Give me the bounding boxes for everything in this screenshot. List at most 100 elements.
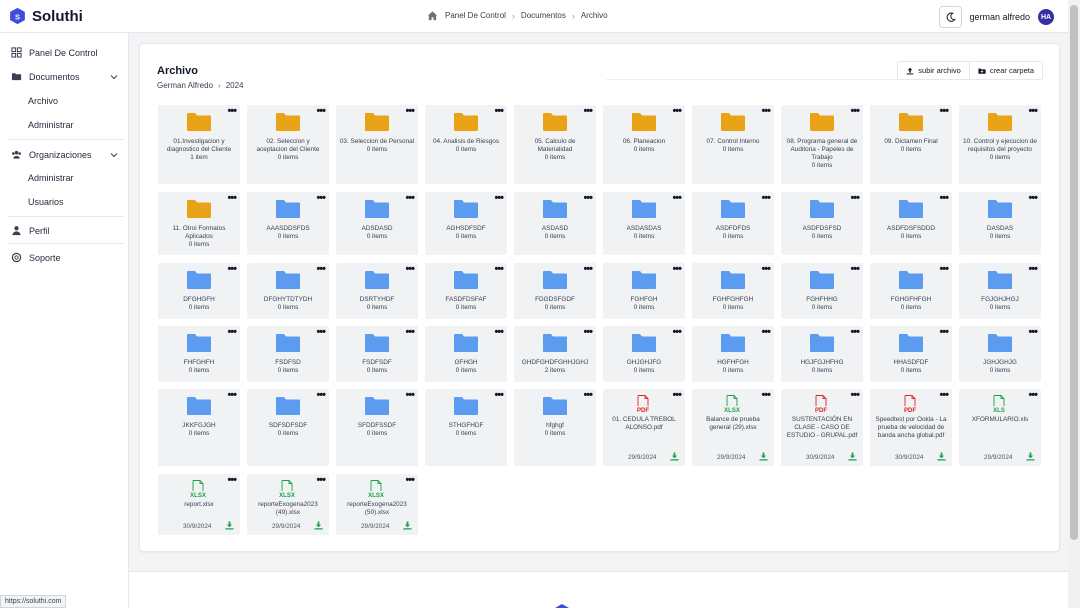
more-options-icon[interactable]: ••• [583,193,593,204]
folder-tile[interactable]: ••• 04. Analisis de Riesgos 0 items [425,105,507,184]
folder-tile[interactable]: ••• HGFHFGH 0 items [692,326,774,382]
folder-tile[interactable]: ••• ASDASDAS 0 items [603,192,685,255]
more-options-icon[interactable]: ••• [227,390,237,401]
folder-tile[interactable]: ••• 07. Control Interno 0 items [692,105,774,184]
sidebar-subitem-usuarios[interactable]: Usuarios [28,197,64,207]
folder-tile[interactable]: ••• FHFGHFH 0 items [158,326,240,382]
more-options-icon[interactable]: ••• [227,106,237,117]
sidebar-subitem-administrar-org[interactable]: Administrar [28,173,74,183]
file-tile[interactable]: ••• XLSX Balance de prueba general (29).xl… [692,389,774,466]
more-options-icon[interactable]: ••• [316,106,326,117]
download-icon[interactable] [848,452,857,461]
more-options-icon[interactable]: ••• [761,264,771,275]
more-options-icon[interactable]: ••• [494,264,504,275]
folder-tile[interactable]: ••• FSDFSDF 0 items [336,326,418,382]
more-options-icon[interactable]: ••• [939,264,949,275]
folder-tile[interactable]: ••• DASDAS 0 items [959,192,1041,255]
folder-tile[interactable]: ••• 10. Control y ejecucion de requisitos… [959,105,1041,184]
folder-tile[interactable]: ••• FGJGHJHGJ 0 items [959,263,1041,319]
folder-tile[interactable]: ••• DFGHYTDTYDH 0 items [247,263,329,319]
folder-tile[interactable]: ••• AAASDDSFDS 0 items [247,192,329,255]
sidebar-item-perfil[interactable]: Perfil [0,225,129,236]
more-options-icon[interactable]: ••• [850,193,860,204]
folder-tile[interactable]: ••• FASDFDSFAF 0 items [425,263,507,319]
more-options-icon[interactable]: ••• [1028,264,1038,275]
more-options-icon[interactable]: ••• [316,264,326,275]
folder-tile[interactable]: ••• ASDASD 0 items [514,192,596,255]
more-options-icon[interactable]: ••• [227,264,237,275]
more-options-icon[interactable]: ••• [494,106,504,117]
folder-tile[interactable]: ••• HHASDFDF 0 items [870,326,952,382]
folder-tile[interactable]: ••• 11. Otroi Formatos Aplicados 0 items [158,192,240,255]
more-options-icon[interactable]: ••• [316,327,326,338]
more-options-icon[interactable]: ••• [227,327,237,338]
more-options-icon[interactable]: ••• [494,193,504,204]
more-options-icon[interactable]: ••• [405,106,415,117]
theme-toggle-button[interactable] [939,6,963,28]
folder-tile[interactable]: ••• 08. Programa general de Auditoria - P… [781,105,863,184]
more-options-icon[interactable]: ••• [583,390,593,401]
folder-tile[interactable]: ••• JGHJGHJG 0 items [959,326,1041,382]
download-icon[interactable] [937,452,946,461]
folder-tile[interactable]: ••• ASDFDSFSDDD 0 items [870,192,952,255]
path-root[interactable]: German Alfredo [157,81,213,90]
more-options-icon[interactable]: ••• [761,327,771,338]
more-options-icon[interactable]: ••• [761,390,771,401]
more-options-icon[interactable]: ••• [761,193,771,204]
more-options-icon[interactable]: ••• [672,264,682,275]
more-options-icon[interactable]: ••• [405,264,415,275]
folder-tile[interactable]: ••• 06. Planeacion 0 items [603,105,685,184]
more-options-icon[interactable]: ••• [316,193,326,204]
folder-tile[interactable]: ••• 05. Calculo de Materialidad 0 items [514,105,596,184]
folder-tile[interactable]: ••• ASDFDFDS 0 items [692,192,774,255]
avatar[interactable]: HA [1038,9,1054,25]
folder-tile[interactable]: ••• FGHGFHFGH 0 items [870,263,952,319]
sidebar-item-panel[interactable]: Panel De Control [0,47,129,58]
file-tile[interactable]: ••• XLSX report.xlsx 30/9/2024 [158,474,240,535]
more-options-icon[interactable]: ••• [761,106,771,117]
more-options-icon[interactable]: ••• [1028,327,1038,338]
folder-tile[interactable]: ••• DFGHGFH 0 items [158,263,240,319]
more-options-icon[interactable]: ••• [672,390,682,401]
file-tile[interactable]: ••• XLSX reporteExogena2023 (49).xlsx 29/9/… [247,474,329,535]
folder-tile[interactable]: ••• FGHFGH 0 items [603,263,685,319]
download-icon[interactable] [670,452,679,461]
more-options-icon[interactable]: ••• [405,390,415,401]
more-options-icon[interactable]: ••• [939,327,949,338]
more-options-icon[interactable]: ••• [583,264,593,275]
scrollbar-thumb[interactable] [1070,5,1078,540]
sidebar-item-organizaciones[interactable]: Organizaciones [0,149,129,160]
folder-tile[interactable]: ••• FSDFSD 0 items [247,326,329,382]
more-options-icon[interactable]: ••• [672,193,682,204]
folder-tile[interactable]: ••• JKKFGJGH 0 items [158,389,240,466]
more-options-icon[interactable]: ••• [405,327,415,338]
more-options-icon[interactable]: ••• [227,193,237,204]
more-options-icon[interactable]: ••• [850,390,860,401]
sidebar-subitem-administrar-docs[interactable]: Administrar [28,120,74,130]
more-options-icon[interactable]: ••• [494,390,504,401]
sidebar-subitem-archivo[interactable]: Archivo [28,96,58,106]
breadcrumb-panel[interactable]: Panel De Control [445,11,506,20]
sidebar-item-soporte[interactable]: Soporte [0,252,129,263]
folder-tile[interactable]: ••• SDFSDFSDF 0 items [247,389,329,466]
folder-tile[interactable]: ••• GHJGHJFG 0 items [603,326,685,382]
download-icon[interactable] [1026,452,1035,461]
breadcrumb-documentos[interactable]: Documentos [521,11,566,20]
file-tile[interactable]: ••• XLSX reporteExogena2023 (50).xlsx 29/9/… [336,474,418,535]
file-tile[interactable]: ••• XLS XFORMULARIO.xls 29/9/2024 [959,389,1041,466]
more-options-icon[interactable]: ••• [939,106,949,117]
more-options-icon[interactable]: ••• [494,327,504,338]
user-name[interactable]: german alfredo [969,12,1030,22]
file-tile[interactable]: ••• PDF 01. CEDULA TREBOL ALONSO.pdf 29/9/2… [603,389,685,466]
more-options-icon[interactable]: ••• [316,390,326,401]
home-icon[interactable] [427,10,438,21]
folder-tile[interactable]: ••• 01.Investigacion y diagnostico del Cl… [158,105,240,184]
folder-tile[interactable]: ••• FGHFHHG 0 items [781,263,863,319]
folder-tile[interactable]: ••• 02. Seleccion y aceptacion del Client… [247,105,329,184]
more-options-icon[interactable]: ••• [227,475,237,486]
folder-tile[interactable]: ••• FDGDSFGDF 0 items [514,263,596,319]
folder-tile[interactable]: ••• ASDFDSFSD 0 items [781,192,863,255]
more-options-icon[interactable]: ••• [850,264,860,275]
file-tile[interactable]: ••• PDF SUSTENTACIÓN EN CLASE - CASO DE ES… [781,389,863,466]
more-options-icon[interactable]: ••• [1028,193,1038,204]
